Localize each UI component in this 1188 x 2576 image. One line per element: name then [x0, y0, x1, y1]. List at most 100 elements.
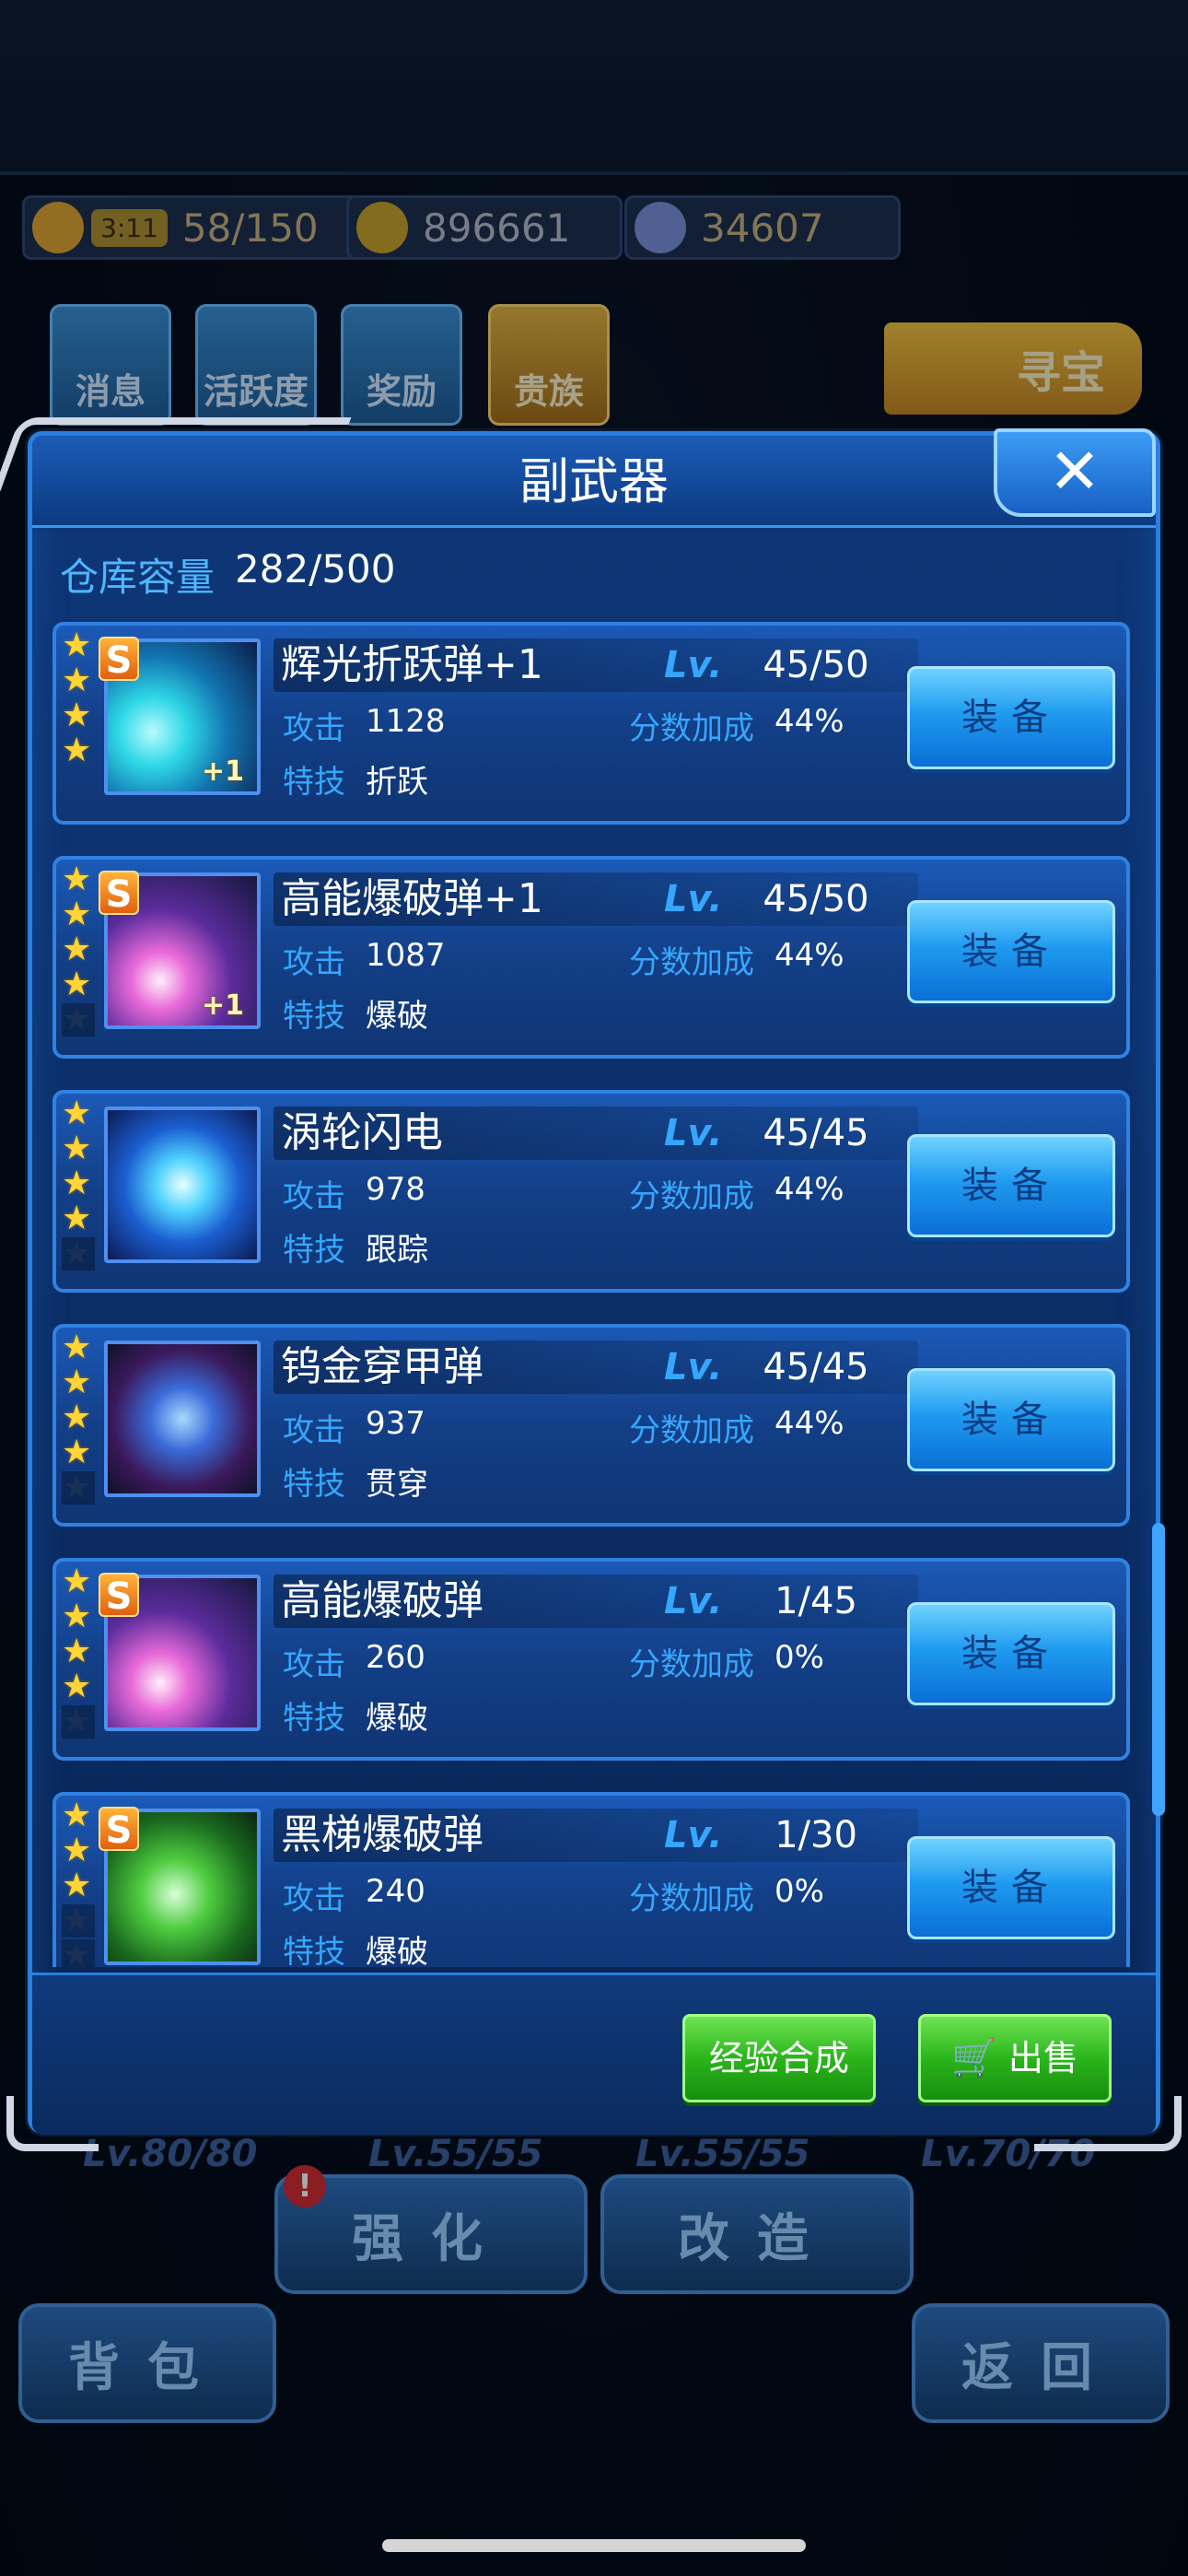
capacity: 仓库容量 282/500 — [60, 546, 396, 603]
attack-value: 1087 — [366, 937, 446, 974]
equip-button[interactable]: 装备 — [907, 1368, 1115, 1471]
level-value: 1/45 — [775, 1580, 857, 1622]
scrollbar[interactable] — [1152, 1523, 1165, 1816]
weapon-name: 黑梯爆破弹 — [281, 1811, 483, 1858]
level-value: 45/50 — [763, 878, 869, 920]
sell-label: 出售 — [1007, 2038, 1078, 2078]
skill-label: 特技 — [283, 1232, 345, 1269]
weapon-thumbnail[interactable] — [104, 1107, 261, 1263]
skill-value: 爆破 — [366, 998, 428, 1035]
weapon-item[interactable]: ★ ★ ★ ★ ★ +1 S 高能爆破弹+1 Lv. 45/50 攻击 1087… — [52, 856, 1130, 1059]
score-bonus-value: 0% — [775, 1639, 824, 1676]
weapon-list[interactable]: ★ ★ ★ ★ +1 S 辉光折跃弹+1 Lv. 45/50 攻击 1128 分… — [52, 622, 1145, 1967]
score-bonus-value: 44% — [775, 703, 844, 740]
empty-star-icon: ★ — [62, 1003, 95, 1036]
level-value: 45/45 — [763, 1346, 869, 1388]
weapon-item[interactable]: ★ ★ ★ ★ ★ S 黑梯爆破弹 Lv. 1/30 攻击 240 分数加成 0… — [52, 1792, 1130, 1967]
star-icon: ★ — [62, 1668, 92, 1705]
star-icon: ★ — [62, 1598, 92, 1635]
star-icon: ★ — [62, 626, 92, 664]
rank-badge: S — [99, 637, 139, 682]
star-icon: ★ — [62, 931, 92, 968]
close-button[interactable]: ✕ — [994, 428, 1156, 517]
skill-value: 折跃 — [366, 764, 428, 801]
skill-label: 特技 — [283, 1700, 345, 1737]
star-icon: ★ — [62, 861, 92, 898]
exp-merge-button[interactable]: 经验合成 — [682, 2014, 876, 2102]
attack-value: 260 — [366, 1639, 425, 1676]
skill-value: 爆破 — [366, 1934, 428, 1967]
capacity-label: 仓库容量 — [60, 555, 215, 600]
rank-badge: S — [99, 1807, 139, 1852]
equip-button[interactable]: 装备 — [907, 1602, 1115, 1705]
level-value: 45/50 — [763, 644, 869, 686]
attack-value: 937 — [366, 1405, 425, 1442]
star-icon: ★ — [62, 1165, 92, 1202]
star-icon: ★ — [62, 732, 92, 769]
score-bonus-label: 分数加成 — [629, 1178, 754, 1215]
star-icon: ★ — [62, 1130, 92, 1167]
attack-label: 攻击 — [283, 1880, 345, 1917]
skill-label: 特技 — [283, 1934, 345, 1967]
attack-label: 攻击 — [283, 1178, 345, 1215]
skill-label: 特技 — [283, 998, 345, 1035]
attack-value: 240 — [366, 1873, 425, 1910]
star-icon: ★ — [62, 1200, 92, 1237]
exp-merge-label: 经验合成 — [708, 2038, 849, 2078]
plus-badge: +1 — [201, 755, 244, 788]
weapon-item[interactable]: ★ ★ ★ ★ ★ 涡轮闪电 Lv. 45/45 攻击 978 分数加成 44%… — [52, 1090, 1130, 1293]
attack-label: 攻击 — [283, 1646, 345, 1683]
weapon-item[interactable]: ★ ★ ★ ★ ★ S 高能爆破弹 Lv. 1/45 攻击 260 分数加成 0… — [52, 1558, 1130, 1761]
skill-label: 特技 — [283, 764, 345, 801]
skill-label: 特技 — [283, 1466, 345, 1503]
equip-button[interactable]: 装备 — [907, 1134, 1115, 1237]
empty-star-icon: ★ — [62, 1904, 95, 1938]
weapon-name: 钨金穿甲弹 — [281, 1343, 483, 1390]
star-icon: ★ — [62, 1329, 92, 1366]
star-rating: ★ ★ ★ ★ ★ — [62, 1097, 99, 1282]
equip-button[interactable]: 装备 — [907, 666, 1115, 769]
star-rating: ★ ★ ★ ★ — [62, 629, 99, 814]
score-bonus-label: 分数加成 — [629, 944, 754, 981]
score-bonus-label: 分数加成 — [629, 1646, 754, 1683]
level-value: 45/45 — [763, 1112, 869, 1154]
empty-star-icon: ★ — [62, 1471, 95, 1505]
level-label: Lv. — [664, 1814, 723, 1856]
equip-button[interactable]: 装备 — [907, 900, 1115, 1003]
star-icon: ★ — [62, 1633, 92, 1670]
weapon-name: 高能爆破弹 — [281, 1577, 483, 1624]
empty-star-icon: ★ — [62, 1939, 95, 1967]
attack-value: 978 — [366, 1171, 425, 1208]
weapon-item[interactable]: ★ ★ ★ ★ +1 S 辉光折跃弹+1 Lv. 45/50 攻击 1128 分… — [52, 622, 1130, 825]
skill-value: 跟踪 — [366, 1232, 428, 1269]
star-rating: ★ ★ ★ ★ ★ — [62, 1799, 99, 1967]
dialog-title: 副武器 — [519, 452, 669, 510]
sell-button[interactable]: 🛒 出售 — [918, 2014, 1112, 2102]
sub-weapon-dialog: 副武器 ✕ 仓库容量 282/500 ★ ★ ★ ★ +1 S 辉光折跃弹+1 … — [0, 417, 1182, 2151]
score-bonus-value: 44% — [775, 1171, 844, 1208]
skill-value: 爆破 — [366, 1700, 428, 1737]
capacity-value: 282/500 — [235, 546, 396, 591]
weapon-name: 辉光折跃弹+1 — [281, 641, 543, 688]
star-icon: ★ — [62, 1364, 92, 1401]
score-bonus-label: 分数加成 — [629, 710, 754, 747]
star-icon: ★ — [62, 1832, 92, 1869]
weapon-item[interactable]: ★ ★ ★ ★ ★ 钨金穿甲弹 Lv. 45/45 攻击 937 分数加成 44… — [52, 1324, 1130, 1527]
rank-badge: S — [99, 871, 139, 916]
equip-button[interactable]: 装备 — [907, 1836, 1115, 1939]
attack-value: 1128 — [366, 703, 446, 740]
star-icon: ★ — [62, 1434, 92, 1471]
weapon-thumbnail[interactable] — [104, 1341, 261, 1497]
dialog-footer: 经验合成 🛒 出售 — [32, 1973, 1156, 2135]
attack-label: 攻击 — [283, 944, 345, 981]
star-rating: ★ ★ ★ ★ ★ — [62, 1331, 99, 1516]
home-indicator[interactable] — [382, 2539, 806, 2552]
star-icon: ★ — [62, 1399, 92, 1436]
level-label: Lv. — [664, 878, 723, 920]
star-icon: ★ — [62, 1095, 92, 1132]
skill-value: 贯穿 — [366, 1466, 428, 1503]
star-icon: ★ — [62, 966, 92, 1003]
star-icon: ★ — [62, 896, 92, 933]
rank-badge: S — [99, 1573, 139, 1618]
empty-star-icon: ★ — [62, 1705, 95, 1739]
